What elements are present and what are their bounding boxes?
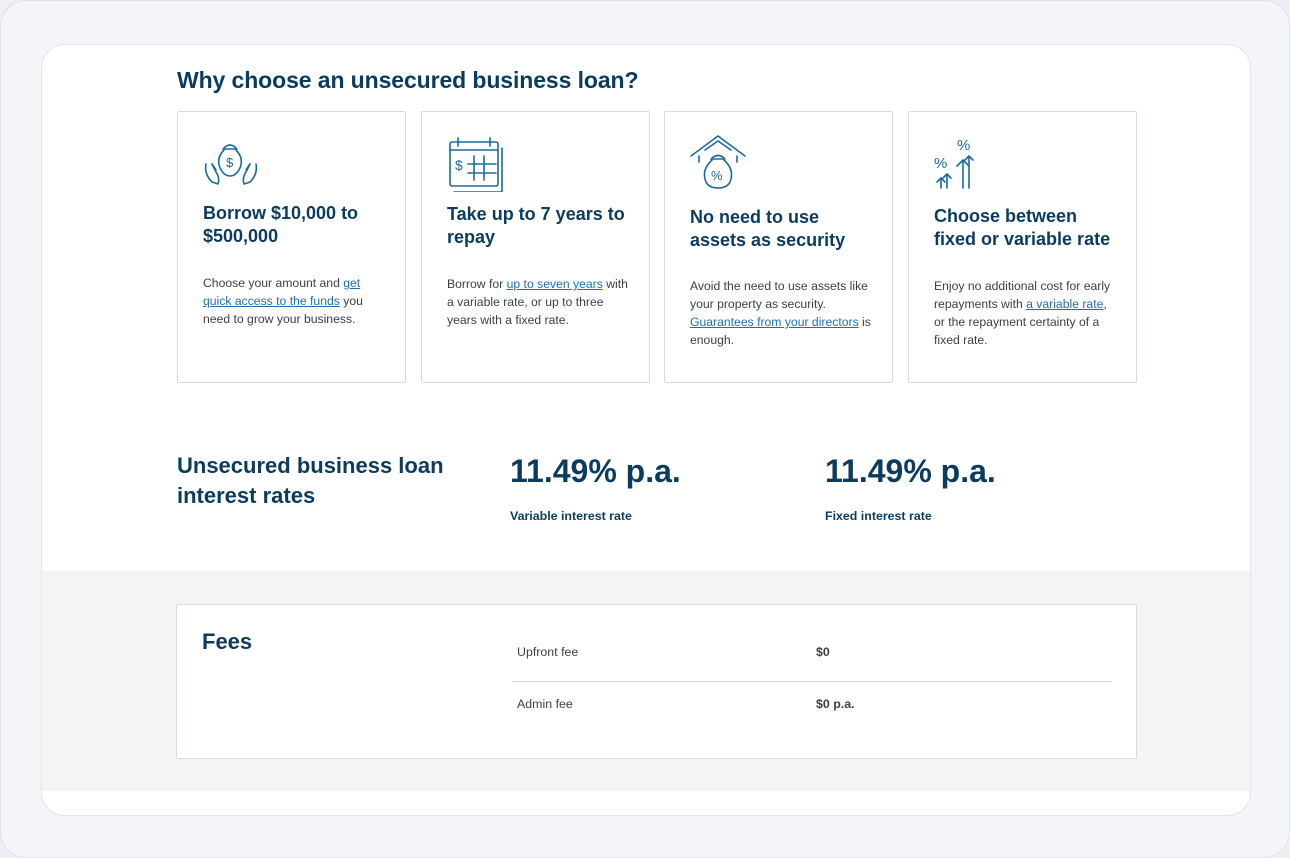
card-description: Choose your amount and get quick access … <box>203 274 388 328</box>
variable-rate-label: Variable interest rate <box>510 509 632 523</box>
card-text-part: Avoid the need to use assets like your p… <box>690 279 868 311</box>
card-title: Choose between fixed or variable rate <box>934 206 1111 249</box>
card-description: Avoid the need to use assets like your p… <box>690 277 875 349</box>
seven-years-link[interactable]: up to seven years <box>507 277 603 291</box>
percent-arrows-icon: % % <box>933 134 991 192</box>
page-content: Why choose an unsecured business loan? $… <box>41 44 1251 816</box>
svg-text:%: % <box>934 155 947 172</box>
feature-card-borrow: $ Borrow $10,000 to $500,000 Choose your… <box>177 111 406 383</box>
fee-row-admin: Admin fee $0 p.a. <box>512 697 1112 749</box>
fee-value: $0 <box>816 645 830 659</box>
card-text-part: Borrow for <box>447 277 507 291</box>
fee-name: Admin fee <box>517 697 573 711</box>
card-description: Enjoy no additional cost for early repay… <box>934 277 1119 349</box>
fee-name: Upfront fee <box>517 645 579 659</box>
svg-text:%: % <box>957 137 970 154</box>
fixed-rate-value: 11.49% p.a. <box>825 453 996 489</box>
fee-divider <box>512 681 1112 682</box>
card-title: No need to use assets as security <box>690 207 846 250</box>
fees-title: Fees <box>202 629 253 654</box>
section-title-why: Why choose an unsecured business loan? <box>177 67 639 93</box>
feature-card-repay: $ Take up to 7 years to repay Borrow for… <box>421 111 650 383</box>
feature-card-security: % No need to use assets as security Avoi… <box>664 111 893 383</box>
variable-rate-value: 11.49% p.a. <box>510 453 681 489</box>
fees-section: Fees Upfront fee $0 Admin fee $0 p.a. <box>42 571 1250 791</box>
svg-text:$: $ <box>455 157 463 173</box>
money-bag-hands-icon: $ <box>202 134 260 192</box>
fee-value: $0 p.a. <box>816 697 855 711</box>
card-title: Borrow $10,000 to $500,000 <box>203 203 359 246</box>
section-title-rates: Unsecured business loan interest rates <box>177 453 444 508</box>
house-money-bag-icon: % <box>689 134 747 192</box>
window-frame: Why choose an unsecured business loan? $… <box>0 0 1290 858</box>
card-description: Borrow for up to seven years with a vari… <box>447 275 632 329</box>
calendar-dollar-icon: $ <box>446 134 504 192</box>
fee-row-upfront: Upfront fee $0 <box>512 645 1112 697</box>
card-text-part: Choose your amount and <box>203 276 344 290</box>
fixed-rate-label: Fixed interest rate <box>825 509 932 523</box>
feature-card-rate-choice: % % Choose between fixed or variable rat… <box>908 111 1137 383</box>
svg-text:$: $ <box>226 155 234 170</box>
variable-rate-link[interactable]: a variable rate <box>1026 297 1103 311</box>
guarantees-link[interactable]: Guarantees from your directors <box>690 315 859 329</box>
svg-text:%: % <box>711 168 723 183</box>
fees-table: Fees Upfront fee $0 Admin fee $0 p.a. <box>176 604 1137 759</box>
card-title: Take up to 7 years to repay <box>447 204 625 247</box>
